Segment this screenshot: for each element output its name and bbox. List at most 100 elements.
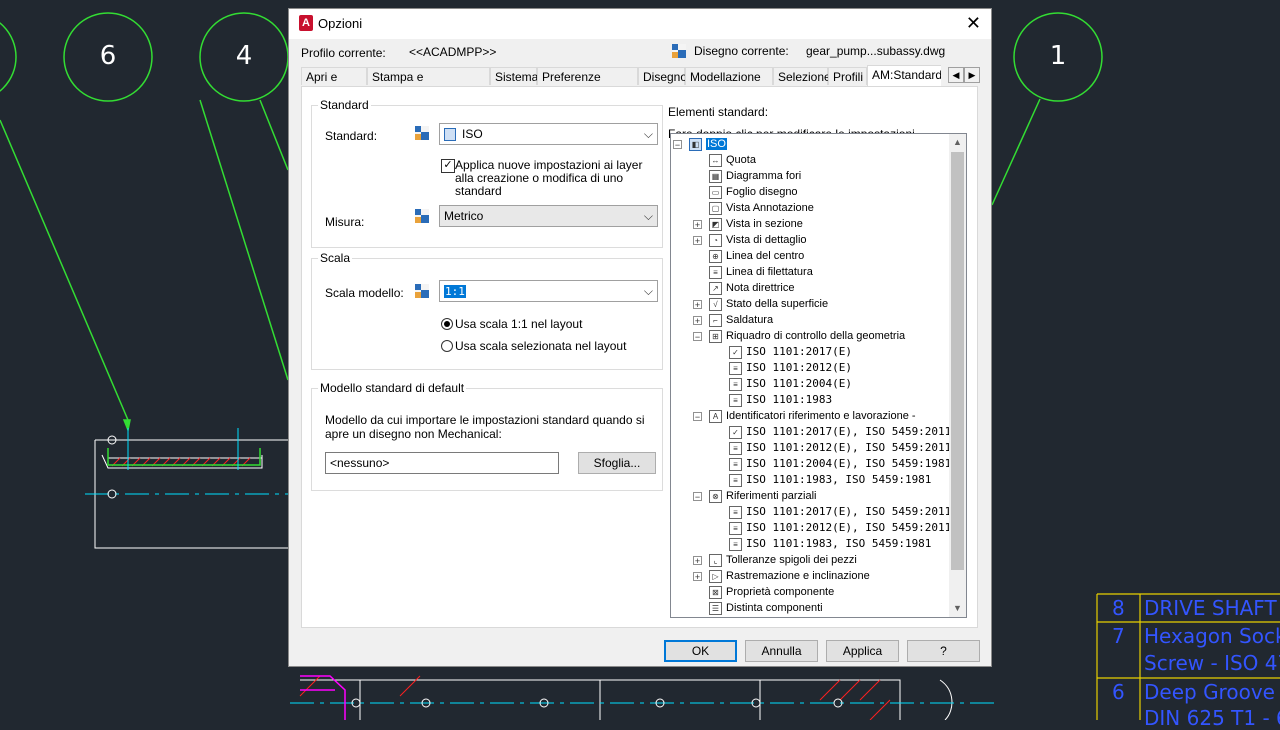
tree-item[interactable]: A Identificatori riferimento e lavorazion…: [709, 408, 916, 424]
tree-item[interactable]: ≡ ISO 1101:1983, ISO 5459:1981: [729, 536, 931, 552]
tree-scrollbar[interactable]: ▲ ▼: [949, 134, 966, 617]
tree-item[interactable]: ↗ Nota direttrice: [709, 280, 794, 296]
tree-item[interactable]: ▷ Rastremazione e inclinazione: [709, 568, 870, 584]
document-icon: ≡: [729, 441, 742, 455]
default-template-input[interactable]: <nessuno>: [325, 452, 559, 474]
tab-scroll-left-icon[interactable]: ◀: [948, 67, 964, 83]
chevron-down-icon: ⌵: [643, 209, 653, 223]
taper-slope-icon: ▷: [709, 569, 722, 583]
measure-select[interactable]: Metrico ⌵: [439, 205, 658, 227]
autocad-app-icon: A: [299, 15, 313, 31]
tree-item[interactable]: ⊞ Riquadro di controllo della geometria: [709, 328, 905, 344]
model-scale-select[interactable]: 1:1 ⌵: [439, 280, 658, 302]
tree-expand-icon[interactable]: +: [693, 556, 702, 566]
tree-item[interactable]: ⌞ Tolleranze spigoli dei pezzi: [709, 552, 857, 568]
tree-item[interactable]: ≡ ISO 1101:2004(E): [729, 376, 852, 392]
tree-expand-icon[interactable]: +: [693, 220, 702, 230]
tree-item[interactable]: ≡ Linea di filettatura: [709, 264, 813, 280]
tree-item[interactable]: ◩ Vista in sezione: [709, 216, 803, 232]
tree-collapse-icon[interactable]: −: [673, 140, 682, 150]
tree-item[interactable]: ▭ Foglio disegno: [709, 184, 798, 200]
close-icon[interactable]: ✕: [966, 13, 981, 34]
current-profile-value: <<ACADMPP>>: [409, 45, 497, 59]
apply-layers-label-1: Applica nuove impostazioni ai layer: [455, 158, 643, 172]
tree-item[interactable]: ≡ ISO 1101:2012(E), ISO 5459:2011(E): [729, 520, 966, 536]
scale-1-1-radio[interactable]: [441, 318, 453, 330]
tree-item[interactable]: ≡ ISO 1101:1983, ISO 5459:1981: [729, 472, 931, 488]
tree-item[interactable]: ▢ Vista Annotazione: [709, 200, 814, 216]
tree-item-label: Distinta componenti: [726, 602, 823, 614]
document-icon: ≡: [729, 537, 742, 551]
tree-item[interactable]: ↔ Quota: [709, 152, 756, 168]
drawing-standard-icon: [672, 44, 686, 58]
scroll-up-icon[interactable]: ▲: [949, 134, 966, 151]
apply-layers-checkbox[interactable]: ✓: [441, 159, 455, 173]
tree-expand-icon[interactable]: +: [693, 316, 702, 326]
standard-elements-tree[interactable]: − ◧ ISO ↔ Quota ▦ Diagramma fori ▭ Foglio disegn…: [670, 133, 967, 618]
standard-select[interactable]: ISO ⌵: [439, 123, 658, 145]
ok-button[interactable]: OK: [664, 640, 737, 662]
sheet-icon: ▭: [709, 185, 722, 199]
tree-item[interactable]: √ Stato della superficie: [709, 296, 828, 312]
tree-item-label: ISO 1101:1983: [746, 393, 833, 406]
tree-expand-icon[interactable]: +: [693, 572, 702, 582]
bom-description: DIN 625 T1 - 6: [1144, 706, 1280, 730]
tree-item[interactable]: ◧ ISO: [689, 136, 727, 152]
elements-label: Elementi standard:: [668, 105, 769, 119]
tree-expand-icon[interactable]: +: [693, 236, 702, 246]
tab-apri-e-salva[interactable]: Apri e salva: [301, 67, 367, 85]
tree-item-label: Linea di filettatura: [726, 266, 813, 278]
tab-profili[interactable]: Profili: [828, 67, 867, 85]
tree-item-label: ISO 1101:1983, ISO 5459:1981: [746, 537, 932, 550]
browse-button[interactable]: Sfoglia...: [578, 452, 656, 474]
scroll-down-icon[interactable]: ▼: [949, 600, 966, 617]
tree-item[interactable]: ≡ ISO 1101:2004(E), ISO 5459:1981: [729, 456, 951, 472]
scale-group: Scala Scala modello: 1:1 ⌵ Usa scala 1:1…: [311, 251, 663, 370]
tab-stampa-e-pubblicazione[interactable]: Stampa e pubblicazione: [367, 67, 490, 85]
tab-selezione[interactable]: Selezione: [773, 67, 831, 85]
bom-description: Screw - ISO 47: [1144, 651, 1280, 675]
tree-item[interactable]: ⊕ Linea del centro: [709, 248, 804, 264]
apply-button[interactable]: Applica: [826, 640, 899, 662]
tree-item[interactable]: ◔ Vista di dettaglio: [709, 232, 807, 248]
tree-item[interactable]: ✓ ISO 1101:2017(E), ISO 5459:2011(E): [729, 424, 967, 440]
tab-scroll-right-icon[interactable]: ▶: [964, 67, 980, 83]
tree-item[interactable]: ⊠ Proprietà componente: [709, 584, 834, 600]
tree-item[interactable]: ≡ ISO 1101:2017(E), ISO 5459:2011(E): [729, 504, 966, 520]
help-button[interactable]: ?: [907, 640, 980, 662]
cancel-button[interactable]: Annulla: [745, 640, 818, 662]
tab-modellazione-3d[interactable]: Modellazione 3D: [685, 67, 773, 85]
tree-item-label: Proprietà componente: [726, 586, 835, 598]
current-drawing-value: gear_pump...subassy.dwg: [806, 44, 946, 58]
tree-item[interactable]: ▦ Diagramma fori: [709, 168, 801, 184]
scrollbar-thumb[interactable]: [951, 152, 964, 570]
tree-item-label: Saldatura: [726, 314, 774, 326]
tree-collapse-icon[interactable]: −: [693, 332, 702, 342]
tab-preferenze-utente[interactable]: Preferenze utente: [537, 67, 638, 85]
tree-item[interactable]: ≡ ISO 1101:2012(E), ISO 5459:2011(E): [729, 440, 966, 456]
standard-flag-icon: [415, 126, 429, 140]
dialog-titlebar[interactable]: A Opzioni ✕: [289, 9, 991, 39]
tree-item[interactable]: ⊗ Riferimenti parziali: [709, 488, 816, 504]
model-scale-select-value: 1:1: [444, 285, 466, 298]
detail-view-icon: ◔: [709, 233, 722, 247]
tree-item[interactable]: ⌐ Saldatura: [709, 312, 773, 328]
scale-selected-radio[interactable]: [441, 340, 453, 352]
tree-item[interactable]: ≡ ISO 1101:2012(E): [729, 360, 852, 376]
tree-item[interactable]: ≡ ISO 1101:1983: [729, 392, 832, 408]
tree-collapse-icon[interactable]: −: [693, 492, 702, 502]
tree-item[interactable]: ☰ Distinta componenti: [709, 600, 823, 616]
bom-number: 7: [1112, 624, 1125, 648]
tree-item-label: Tolleranze spigoli dei pezzi: [726, 554, 857, 566]
tab-disegno[interactable]: Disegno: [638, 67, 687, 85]
tab-sistema[interactable]: Sistema: [490, 67, 538, 85]
standard-select-value: ISO: [462, 127, 483, 141]
tree-item-label: ISO 1101:2017(E), ISO 5459:2011(E): [746, 425, 967, 438]
tree-expand-icon[interactable]: +: [693, 300, 702, 310]
tree-item-label: Vista di dettaglio: [726, 234, 807, 246]
tab-am-standard[interactable]: AM:Standard: [867, 65, 941, 87]
tree-collapse-icon[interactable]: −: [693, 412, 702, 422]
tree-item[interactable]: ✓ ISO 1101:2017(E): [729, 344, 852, 360]
current-drawing-label: Disegno corrente:: [694, 44, 789, 58]
document-icon: ≡: [729, 457, 742, 471]
